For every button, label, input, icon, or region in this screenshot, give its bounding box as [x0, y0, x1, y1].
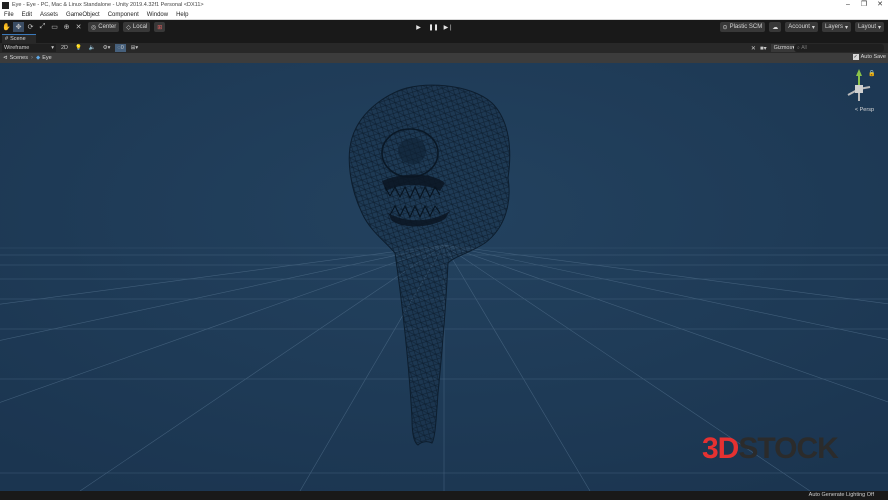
- scene-viewport[interactable]: 🔒 < Persp 3D STOCK: [0, 63, 888, 491]
- draw-mode-dropdown[interactable]: Wireframe ▾: [2, 44, 56, 52]
- move-tool-icon[interactable]: ✥: [13, 22, 24, 32]
- chevron-down-icon: ▾: [811, 24, 815, 31]
- hidden-objects-toggle[interactable]: ◌ 0: [115, 44, 126, 52]
- rect-tool-icon[interactable]: ▭: [49, 22, 60, 32]
- layout-dropdown[interactable]: Layout ▾: [854, 22, 884, 32]
- chevron-down-icon: ▾: [51, 45, 54, 51]
- menu-component[interactable]: Component: [104, 12, 143, 18]
- scene-toolbar: Wireframe ▾ 2D 💡 🔈 ⚙▾ ◌ 0 ⊞▾ ✕ ■▾ Gizmos…: [0, 43, 888, 53]
- prefab-icon: ◆: [35, 55, 41, 61]
- tab-bar: # Scene: [0, 34, 888, 43]
- pivot-toggle[interactable]: ◎ Center: [88, 22, 120, 32]
- y-axis-cone-icon[interactable]: [856, 69, 862, 76]
- rotate-tool-icon[interactable]: ⟳: [25, 22, 36, 32]
- toolbar-right: ⊙ Plastic SCM ☁ Account ▾ Layers ▾ Layou…: [719, 22, 884, 32]
- close-button[interactable]: ✕: [872, 0, 888, 10]
- menu-edit[interactable]: Edit: [18, 12, 36, 18]
- layers-label: Layers: [824, 24, 843, 30]
- scale-tool-icon[interactable]: ⤢: [37, 22, 48, 32]
- tab-scene[interactable]: # Scene: [2, 34, 36, 43]
- pivot-center-icon: ◎: [91, 24, 97, 31]
- grid-snap-icon: ⊞: [157, 24, 163, 31]
- gizmos-label: Gizmos: [773, 45, 793, 51]
- auto-save-toggle[interactable]: ✓ Auto Save: [852, 54, 886, 60]
- scene-toolbar-right: ✕ ■▾ Gizmos ▾: [751, 44, 798, 52]
- plastic-scm-button[interactable]: ⊙ Plastic SCM: [719, 22, 766, 32]
- gizmo-cube-icon[interactable]: [855, 85, 863, 93]
- cloud-icon: ☁: [772, 24, 779, 31]
- breadcrumb-separator: ›: [30, 55, 33, 61]
- space-label: Local: [132, 24, 148, 30]
- scene-tab-label: Scene: [10, 36, 26, 42]
- layers-dropdown[interactable]: Layers ▾: [821, 22, 851, 32]
- grid-toggle-icon[interactable]: ⊞▾: [129, 44, 140, 52]
- draw-mode-label: Wireframe: [4, 45, 30, 51]
- lighting-toggle-icon[interactable]: 💡: [73, 44, 84, 52]
- hand-tool-icon[interactable]: ✋: [1, 22, 12, 32]
- menu-help[interactable]: Help: [172, 12, 192, 18]
- layout-label: Layout: [857, 24, 876, 30]
- menu-window[interactable]: Window: [143, 12, 172, 18]
- breadcrumb-scenes-label: Scenes: [9, 55, 28, 61]
- breadcrumb-scenes[interactable]: ⊲ Scenes: [3, 55, 28, 61]
- scene-tab-icon: #: [5, 36, 9, 42]
- menu-file[interactable]: File: [0, 12, 18, 18]
- checkbox-icon[interactable]: ✓: [852, 54, 859, 60]
- auto-save-label: Auto Save: [860, 54, 886, 60]
- pivot-label: Center: [98, 24, 117, 30]
- breadcrumb-eye-label: Eye: [42, 55, 52, 61]
- window-title: Eye - Eye - PC, Mac & Linux Standalone -…: [12, 2, 204, 8]
- minimize-button[interactable]: –: [840, 0, 856, 10]
- toggle-2d-button[interactable]: 2D: [59, 44, 70, 52]
- plastic-scm-label: Plastic SCM: [729, 24, 763, 30]
- watermark-stock: STOCK: [738, 432, 838, 465]
- lock-icon[interactable]: 🔒: [868, 69, 874, 77]
- space-toggle[interactable]: ◇ Local: [123, 22, 151, 32]
- chevron-down-icon: ▾: [844, 24, 848, 31]
- account-dropdown[interactable]: Account ▾: [785, 22, 818, 32]
- watermark-3d: 3D: [702, 432, 739, 465]
- window-controls: – ❐ ✕: [840, 0, 888, 10]
- account-label: Account: [788, 24, 810, 30]
- effects-toggle-icon[interactable]: ⚙▾: [101, 44, 113, 52]
- cloud-button[interactable]: ☁: [769, 22, 782, 32]
- chevron-down-icon: ▾: [877, 24, 881, 31]
- scenes-icon: ⊲: [3, 55, 8, 61]
- grid-snap-button[interactable]: ⊞: [154, 22, 166, 32]
- main-toolbar: ✋ ✥ ⟳ ⤢ ▭ ⊕ ✕ ◎ Center ◇ Local ⊞ ▶ ❚❚ ▶❘…: [0, 20, 888, 34]
- custom-tool-icon[interactable]: ✕: [73, 22, 84, 32]
- menu-bar: File Edit Assets GameObject Component Wi…: [0, 10, 888, 20]
- pause-icon[interactable]: ❚❚: [427, 22, 440, 32]
- scene-render: [0, 63, 888, 491]
- camera-icon[interactable]: ■▾: [760, 45, 767, 52]
- status-message: Auto Generate Lighting Off: [808, 492, 874, 498]
- menu-assets[interactable]: Assets: [36, 12, 62, 18]
- transform-tool-icon[interactable]: ⊕: [61, 22, 72, 32]
- audio-toggle-icon[interactable]: 🔈: [87, 44, 98, 52]
- tools-icon[interactable]: ✕: [751, 45, 756, 52]
- window-titlebar: Eye - Eye - PC, Mac & Linux Standalone -…: [0, 0, 888, 10]
- play-controls: ▶ ❚❚ ▶❘: [412, 22, 455, 32]
- breadcrumb: ⊲ Scenes › ◆ Eye ✓ Auto Save: [0, 53, 888, 63]
- search-placeholder: All: [801, 45, 807, 51]
- breadcrumb-eye[interactable]: ◆ Eye: [36, 55, 52, 61]
- status-bar: Auto Generate Lighting Off: [0, 491, 888, 500]
- step-icon[interactable]: ▶❘: [442, 22, 455, 32]
- hidden-count: 0: [120, 45, 124, 51]
- scene-search-input[interactable]: ⌕ All: [794, 44, 884, 52]
- menu-gameobject[interactable]: GameObject: [62, 12, 104, 18]
- play-icon[interactable]: ▶: [412, 22, 425, 32]
- maximize-button[interactable]: ❐: [856, 0, 872, 10]
- projection-label[interactable]: < Persp: [855, 107, 874, 113]
- watermark-logo: 3D STOCK: [702, 432, 839, 466]
- plastic-scm-icon: ⊙: [722, 24, 728, 31]
- unity-logo-icon: [2, 1, 9, 9]
- local-space-icon: ◇: [126, 24, 131, 31]
